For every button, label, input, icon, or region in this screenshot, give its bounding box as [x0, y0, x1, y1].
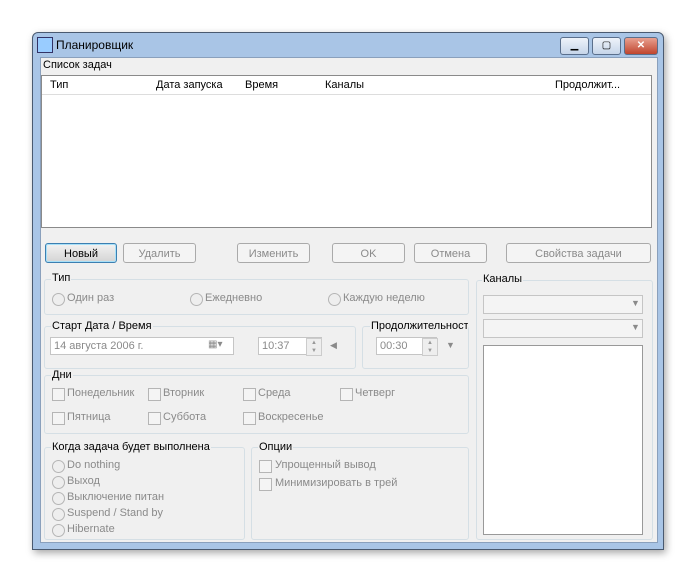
- when-label: Когда задача будет выполнена: [51, 441, 211, 453]
- sunday-label: Воскресенье: [258, 411, 324, 423]
- column-duration[interactable]: Продолжит...: [555, 79, 620, 91]
- thursday-label: Четверг: [355, 387, 396, 399]
- task-list-label: Список задач: [43, 59, 112, 71]
- wednesday-label: Среда: [258, 387, 291, 399]
- channels-label: Каналы: [482, 273, 524, 285]
- task-properties-button[interactable]: Свойства задачи: [506, 243, 651, 263]
- ok-button[interactable]: OK: [332, 243, 405, 263]
- new-button[interactable]: Новый: [45, 243, 117, 263]
- checkbox-saturday[interactable]: [148, 412, 161, 425]
- delete-button[interactable]: Удалить: [123, 243, 196, 263]
- saturday-label: Суббота: [163, 411, 207, 423]
- checkbox-simple-output[interactable]: [259, 460, 272, 473]
- radio-suspend[interactable]: [52, 508, 65, 521]
- simple-output-label: Упрощенный вывод: [275, 459, 376, 471]
- radio-logout[interactable]: [52, 476, 65, 489]
- chevron-down-icon: ▼: [631, 298, 640, 308]
- minimize-tray-label: Минимизировать в трей: [275, 477, 398, 489]
- channels-list[interactable]: [483, 345, 643, 535]
- radio-do-nothing[interactable]: [52, 460, 65, 473]
- close-button[interactable]: ✕: [624, 37, 658, 55]
- friday-label: Пятница: [67, 411, 111, 423]
- radio-once[interactable]: [52, 293, 65, 306]
- column-start-date[interactable]: Дата запуска: [156, 79, 223, 91]
- channel-combo-2[interactable]: [483, 319, 643, 338]
- start-date-picker[interactable]: 14 августа 2006 г.: [50, 337, 234, 355]
- arrow-left-icon: ◀: [330, 340, 337, 350]
- suspend-label: Suspend / Stand by: [67, 507, 164, 519]
- checkbox-wednesday[interactable]: [243, 388, 256, 401]
- checkbox-monday[interactable]: [52, 388, 65, 401]
- tuesday-label: Вторник: [163, 387, 205, 399]
- checkbox-sunday[interactable]: [243, 412, 256, 425]
- chevron-down-icon: ▼: [631, 322, 640, 332]
- do-nothing-label: Do nothing: [67, 459, 121, 471]
- radio-once-label: Один раз: [67, 292, 115, 304]
- minimize-button[interactable]: ▁: [560, 37, 589, 55]
- column-time[interactable]: Время: [245, 79, 278, 91]
- checkbox-minimize-tray[interactable]: [259, 478, 272, 491]
- radio-power-off[interactable]: [52, 492, 65, 505]
- column-type[interactable]: Тип: [50, 79, 68, 91]
- options-label: Опции: [258, 441, 294, 453]
- checkbox-thursday[interactable]: [340, 388, 353, 401]
- calendar-dropdown-icon[interactable]: ▦▾: [208, 339, 222, 350]
- logout-label: Выход: [67, 475, 100, 487]
- monday-label: Понедельник: [67, 387, 135, 399]
- type-label: Тип: [51, 272, 72, 284]
- task-list-header: Тип Дата запуска Время Каналы Продолжит.…: [42, 76, 651, 95]
- channel-combo-1[interactable]: [483, 295, 643, 314]
- hibernate-label: Hibernate: [67, 523, 115, 535]
- column-channels[interactable]: Каналы: [325, 79, 364, 91]
- cancel-button[interactable]: Отмена: [414, 243, 487, 263]
- chevron-down-icon[interactable]: ▼: [446, 340, 455, 350]
- checkbox-friday[interactable]: [52, 412, 65, 425]
- radio-daily[interactable]: [190, 293, 203, 306]
- checkbox-tuesday[interactable]: [148, 388, 161, 401]
- days-label: Дни: [51, 369, 73, 381]
- edit-button[interactable]: Изменить: [237, 243, 310, 263]
- radio-weekly-label: Каждую неделю: [343, 292, 425, 304]
- radio-hibernate[interactable]: [52, 524, 65, 537]
- scheduler-app-icon: [37, 37, 53, 53]
- duration-spinner[interactable]: ▲ ▼: [422, 338, 438, 356]
- days-group: [44, 375, 469, 434]
- duration-label: Продолжительност: [370, 320, 468, 332]
- radio-weekly[interactable]: [328, 293, 341, 306]
- start-label: Старт Дата / Время: [51, 320, 153, 332]
- maximize-button[interactable]: ▢: [592, 37, 621, 55]
- task-list[interactable]: Тип Дата запуска Время Каналы Продолжит.…: [41, 75, 652, 228]
- window-title: Планировщик: [56, 38, 134, 52]
- time-spinner[interactable]: ▲ ▼: [306, 338, 322, 356]
- power-off-label: Выключение питан: [67, 491, 165, 503]
- radio-daily-label: Ежедневно: [205, 292, 263, 304]
